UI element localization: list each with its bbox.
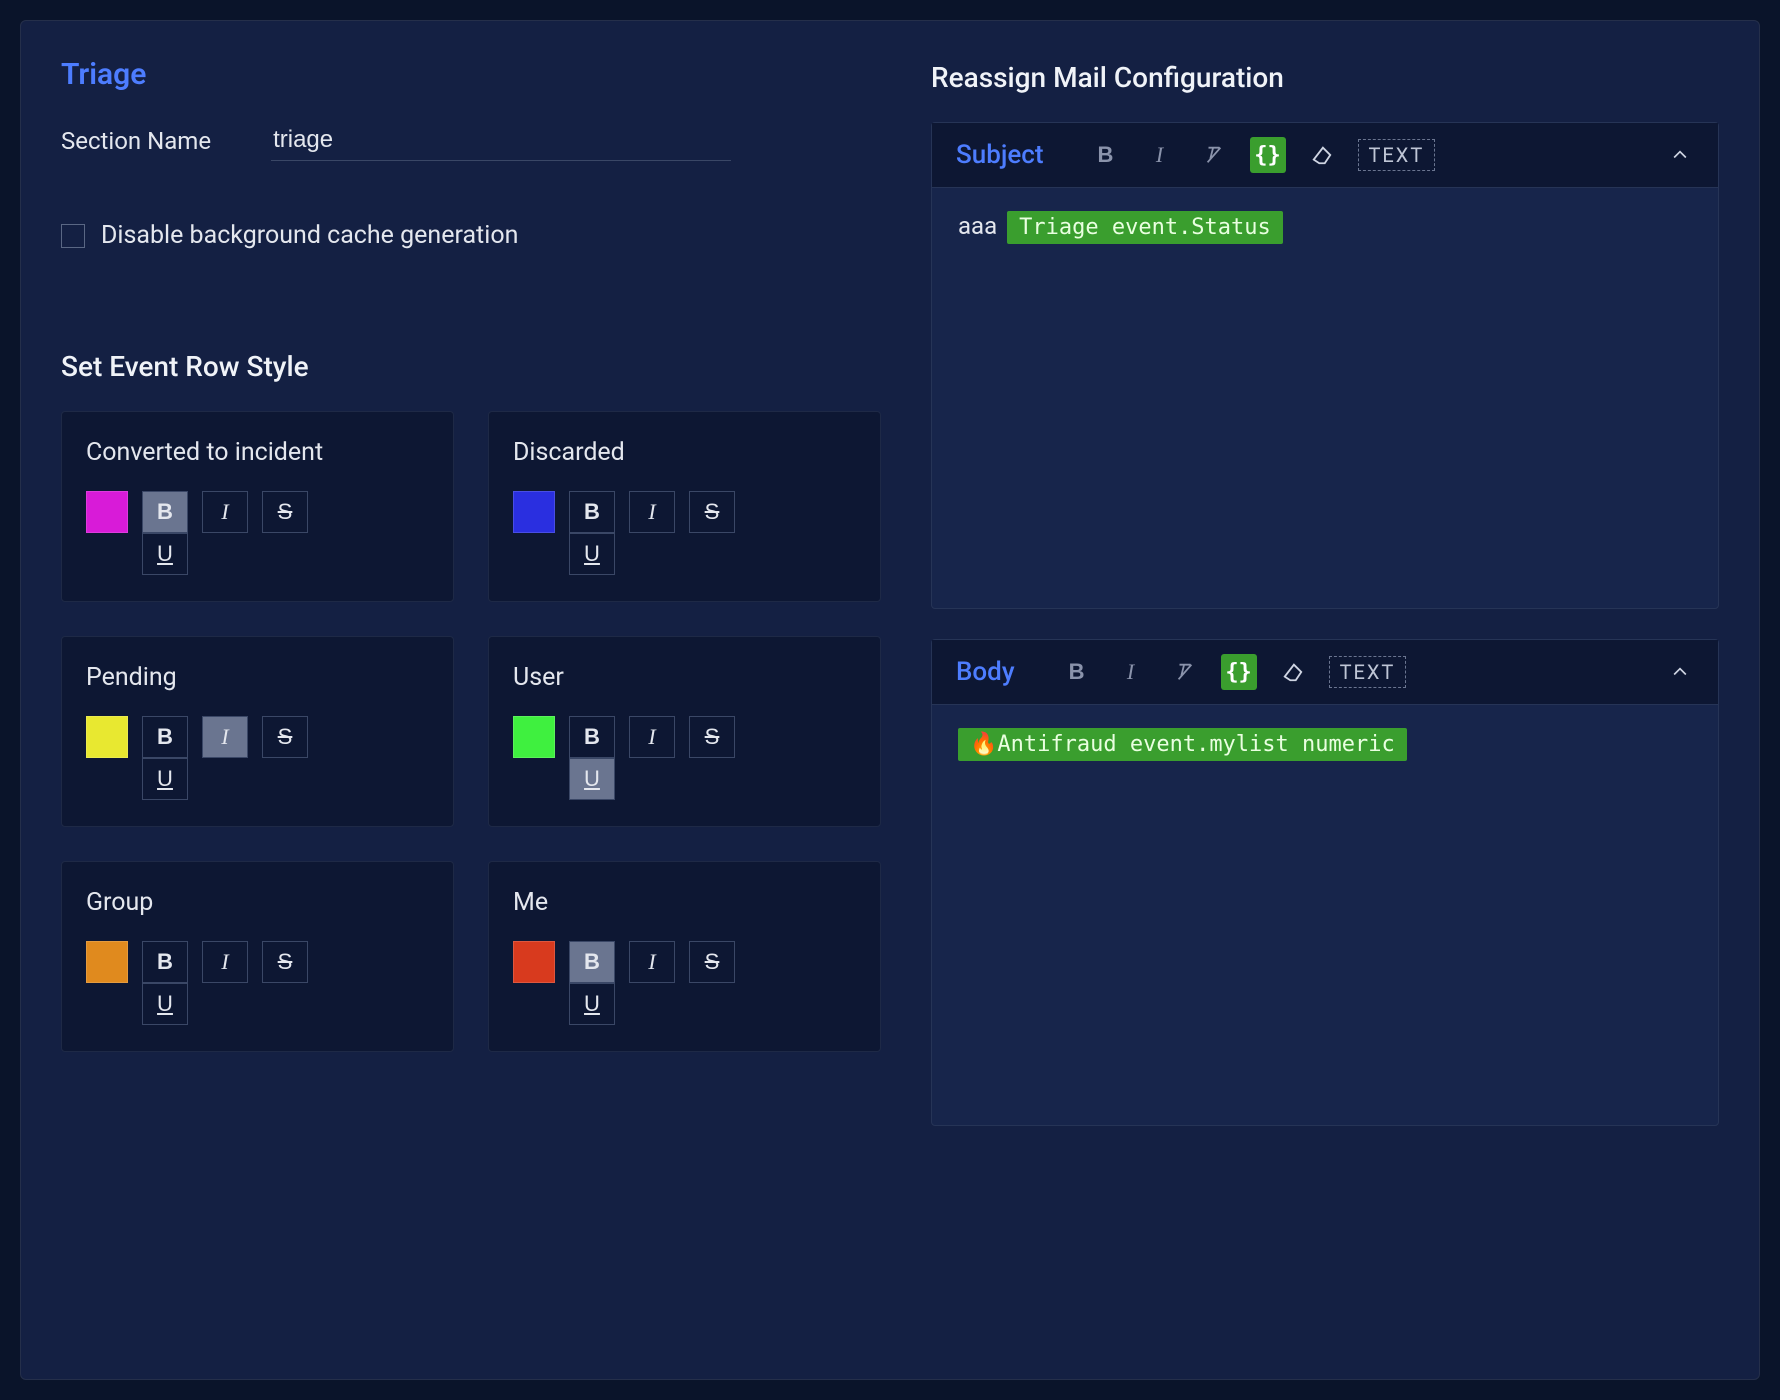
row-style-card: PendingBISU <box>61 636 454 827</box>
disable-cache-label: Disable background cache generation <box>101 221 518 250</box>
section-name-row: Section Name <box>61 120 881 161</box>
row-style-controls: BIS <box>86 491 429 533</box>
italic-toggle[interactable]: I <box>629 716 675 758</box>
collapse-subject-icon[interactable] <box>1666 141 1694 169</box>
color-swatch[interactable] <box>86 491 128 533</box>
subject-variable-chip[interactable]: Triage event.Status <box>1007 211 1283 244</box>
row-style-card-title: Me <box>513 888 856 917</box>
row-style-controls: BIS <box>513 491 856 533</box>
strike-toggle[interactable]: S <box>262 491 308 533</box>
disable-cache-checkbox[interactable] <box>61 224 85 248</box>
color-swatch[interactable] <box>86 716 128 758</box>
color-swatch[interactable] <box>513 941 555 983</box>
text-mode-button[interactable]: TEXT <box>1358 139 1436 171</box>
body-toolbar-label: Body <box>956 657 1015 687</box>
row-style-controls: BIS <box>513 941 856 983</box>
color-swatch[interactable] <box>513 491 555 533</box>
strike-toggle[interactable]: S <box>689 491 735 533</box>
row-style-card: DiscardedBISU <box>488 411 881 602</box>
subject-toolbar-label: Subject <box>956 140 1044 170</box>
underline-toggle[interactable]: U <box>142 758 188 800</box>
bold-toggle[interactable]: B <box>142 716 188 758</box>
row-style-card: UserBISU <box>488 636 881 827</box>
row-style-grid: Converted to incidentBISUDiscardedBISUPe… <box>61 411 881 1052</box>
collapse-body-icon[interactable] <box>1666 658 1694 686</box>
color-swatch[interactable] <box>86 941 128 983</box>
italic-toggle[interactable]: I <box>629 941 675 983</box>
eraser-button[interactable] <box>1304 137 1340 173</box>
bold-button[interactable]: B <box>1088 137 1124 173</box>
strike-toggle[interactable]: S <box>689 941 735 983</box>
italic-toggle[interactable]: I <box>202 941 248 983</box>
clear-format-button[interactable] <box>1196 137 1232 173</box>
row-style-controls: BIS <box>86 941 429 983</box>
row-style-card-title: User <box>513 663 856 692</box>
subject-toolbar: Subject B I {} TEXT <box>932 123 1718 188</box>
disable-cache-row: Disable background cache generation <box>61 221 881 250</box>
italic-button[interactable]: I <box>1113 654 1149 690</box>
bold-toggle[interactable]: B <box>142 941 188 983</box>
strike-toggle[interactable]: S <box>262 716 308 758</box>
italic-toggle[interactable]: I <box>629 491 675 533</box>
triage-title-link[interactable]: Triage <box>61 57 146 92</box>
color-swatch[interactable] <box>513 716 555 758</box>
strike-toggle[interactable]: S <box>689 716 735 758</box>
row-style-card: Converted to incidentBISU <box>61 411 454 602</box>
underline-toggle[interactable]: U <box>142 983 188 1025</box>
row-style-card-title: Pending <box>86 663 429 692</box>
body-toolbar: Body B I {} TEXT <box>932 640 1718 705</box>
row-style-card: MeBISU <box>488 861 881 1052</box>
bold-toggle[interactable]: B <box>142 491 188 533</box>
row-style-heading: Set Event Row Style <box>61 350 881 383</box>
italic-toggle[interactable]: I <box>202 716 248 758</box>
row-style-controls: BIS <box>513 716 856 758</box>
underline-toggle[interactable]: U <box>569 533 615 575</box>
reassign-mail-heading: Reassign Mail Configuration <box>931 61 1719 94</box>
section-name-input[interactable] <box>271 120 731 161</box>
italic-toggle[interactable]: I <box>202 491 248 533</box>
braces-button[interactable]: {} <box>1250 137 1286 173</box>
bold-toggle[interactable]: B <box>569 491 615 533</box>
body-variable-chip[interactable]: 🔥Antifraud event.mylist numeric <box>958 728 1407 761</box>
bold-toggle[interactable]: B <box>569 941 615 983</box>
clear-format-button[interactable] <box>1167 654 1203 690</box>
row-style-card-title: Discarded <box>513 438 856 467</box>
row-style-card: GroupBISU <box>61 861 454 1052</box>
subject-editor-body[interactable]: aaa Triage event.Status <box>932 188 1718 608</box>
underline-toggle[interactable]: U <box>569 758 615 800</box>
right-column: Reassign Mail Configuration Subject B I … <box>931 57 1719 1343</box>
strike-toggle[interactable]: S <box>262 941 308 983</box>
eraser-button[interactable] <box>1275 654 1311 690</box>
underline-toggle[interactable]: U <box>142 533 188 575</box>
bold-button[interactable]: B <box>1059 654 1095 690</box>
braces-button[interactable]: {} <box>1221 654 1257 690</box>
configuration-panel: Triage Section Name Disable background c… <box>20 20 1760 1380</box>
underline-toggle[interactable]: U <box>569 983 615 1025</box>
subject-prefix-text: aaa <box>958 212 1003 240</box>
row-style-controls: BIS <box>86 716 429 758</box>
body-editor: Body B I {} TEXT 🔥Antifraud event.mylist… <box>931 639 1719 1126</box>
left-column: Triage Section Name Disable background c… <box>61 57 881 1343</box>
row-style-card-title: Group <box>86 888 429 917</box>
text-mode-button[interactable]: TEXT <box>1329 656 1407 688</box>
bold-toggle[interactable]: B <box>569 716 615 758</box>
body-editor-body[interactable]: 🔥Antifraud event.mylist numeric <box>932 705 1718 1125</box>
row-style-card-title: Converted to incident <box>86 438 429 467</box>
italic-button[interactable]: I <box>1142 137 1178 173</box>
section-name-label: Section Name <box>61 127 211 155</box>
subject-editor: Subject B I {} TEXT aaa Triage event.Sta… <box>931 122 1719 609</box>
